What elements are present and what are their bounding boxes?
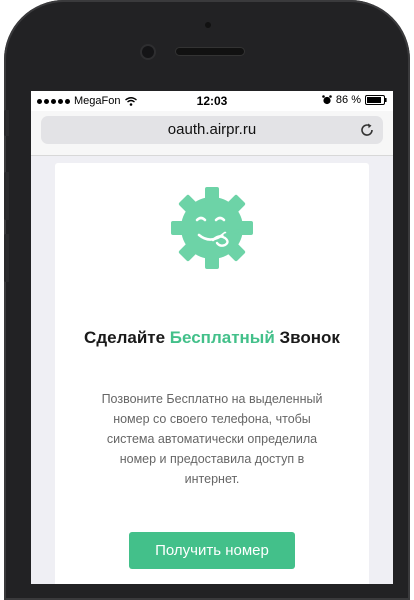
front-camera	[142, 46, 154, 58]
volume-down-button	[4, 234, 9, 282]
proximity-sensor	[205, 22, 211, 28]
description-text: Позвоните Бесплатно на выделенный номер …	[101, 392, 323, 486]
browser-address-bar: oauth.airpr.ru	[31, 111, 393, 156]
phone-frame: MegaFon 12:03 86 % oauth.airpr.ru Сделай…	[4, 0, 410, 600]
status-right: 86 %	[322, 94, 387, 106]
gear-smile-icon	[171, 187, 253, 269]
status-bar: MegaFon 12:03 86 %	[31, 91, 393, 111]
phone-screen: MegaFon 12:03 86 % oauth.airpr.ru Сделай…	[31, 91, 393, 584]
headline: Сделайте Бесплатный Звонок	[55, 328, 369, 348]
earpiece-speaker	[176, 48, 244, 55]
volume-up-button	[4, 172, 9, 220]
battery-icon	[365, 95, 387, 105]
url-text[interactable]: oauth.airpr.ru	[41, 121, 383, 138]
reload-icon[interactable]	[359, 122, 375, 138]
content-card: Сделайте Бесплатный Звонок Позвоните Бес…	[55, 163, 369, 584]
url-field[interactable]: oauth.airpr.ru	[41, 116, 383, 144]
mute-switch	[4, 110, 9, 136]
headline-part1: Сделайте	[84, 328, 170, 347]
alarm-icon	[322, 95, 332, 105]
headline-accent: Бесплатный	[169, 328, 275, 347]
battery-percent: 86 %	[335, 94, 361, 106]
headline-part2: Звонок	[274, 328, 340, 347]
get-number-button[interactable]: Получить номер	[129, 532, 295, 569]
